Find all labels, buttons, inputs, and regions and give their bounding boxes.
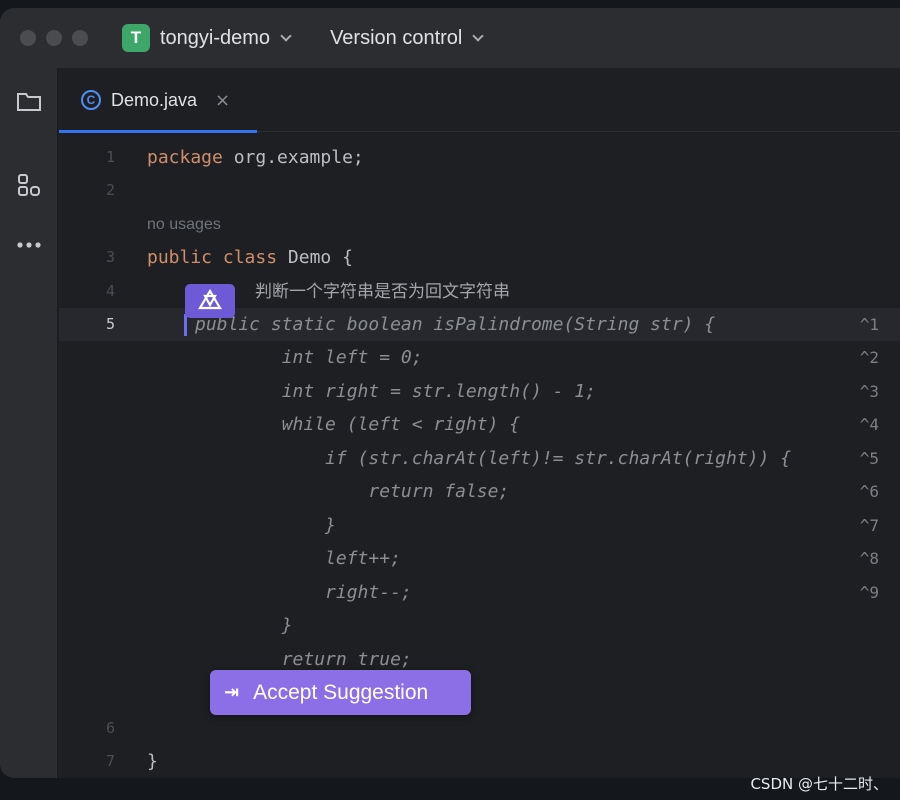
- ghost-code-line[interactable]: int left = 0;: [195, 341, 423, 374]
- window-controls: [20, 30, 88, 46]
- code-line[interactable]: public class Demo {: [147, 241, 353, 274]
- comment-text: 判断一个字符串是否为回文字符串: [255, 282, 510, 302]
- minimize-window-button[interactable]: [46, 30, 62, 46]
- ghost-code-line[interactable]: public static boolean isPalindrome(Strin…: [195, 308, 715, 341]
- code-text: org.example;: [222, 147, 364, 168]
- ghost-text: return true;: [195, 649, 412, 670]
- ghost-code-line[interactable]: }: [195, 509, 336, 542]
- line-shortcut-hint: ^5: [859, 449, 879, 468]
- tab-key-icon: ⇥: [224, 682, 240, 703]
- line-number: 1: [105, 148, 115, 166]
- keyword: class: [222, 247, 278, 268]
- line-shortcut-hint: ^4: [859, 415, 879, 434]
- ghost-text: public static boolean isPalindrome(Strin…: [195, 314, 716, 335]
- tab-demo-java[interactable]: C Demo.java ×: [59, 68, 257, 133]
- structure-tool-button[interactable]: [12, 168, 46, 202]
- ghost-code-line[interactable]: left++;: [195, 542, 401, 575]
- line-shortcut-hint: ^9: [859, 583, 879, 602]
- tab-label: Demo.java: [111, 89, 198, 110]
- line-shortcut-hint: ^7: [859, 516, 879, 535]
- more-icon: [17, 242, 41, 248]
- editor-tab-bar: C Demo.java ×: [59, 68, 900, 133]
- tool-sidebar: [0, 68, 58, 778]
- ghost-text: int right = str.length() - 1;: [195, 381, 596, 402]
- version-control-label: Version control: [330, 26, 463, 49]
- ghost-text: if (str.charAt(left)!= str.charAt(right)…: [195, 448, 792, 469]
- watermark: CSDN @七十二时、: [750, 775, 888, 793]
- version-control-menu[interactable]: Version control: [330, 26, 485, 50]
- line-number: 6: [105, 719, 115, 737]
- title-bar: T tongyi-demo Version control: [0, 8, 900, 68]
- ghost-code-line[interactable]: right--;: [195, 576, 412, 609]
- ghost-text: while (left < right) {: [195, 414, 521, 435]
- folder-icon: [17, 93, 41, 111]
- line-number: 3: [105, 248, 115, 266]
- ghost-code-line[interactable]: return false;: [195, 475, 509, 508]
- keyword: package: [147, 147, 223, 168]
- code-text: }: [147, 751, 158, 772]
- code-line[interactable]: package org.example;: [147, 141, 364, 174]
- project-badge: T: [122, 24, 150, 52]
- ghost-text: }: [195, 515, 336, 536]
- line-shortcut-hint: ^6: [859, 482, 879, 501]
- ide-window: T tongyi-demo Version control C Demo.jav…: [0, 8, 900, 778]
- ghost-code-line[interactable]: if (str.charAt(left)!= str.charAt(right)…: [195, 442, 791, 475]
- line-number: 7: [105, 752, 115, 770]
- maximize-window-button[interactable]: [72, 30, 88, 46]
- project-name: tongyi-demo: [160, 26, 271, 49]
- structure-icon: [18, 174, 40, 196]
- ghost-text: int left = 0;: [195, 347, 423, 368]
- code-editor[interactable]: 1 package org.example; 2 no usages 3 pub…: [59, 133, 900, 778]
- more-tools-button[interactable]: [12, 228, 46, 262]
- keyword: public: [147, 247, 213, 268]
- line-number: 2: [105, 181, 115, 199]
- line-number: 4: [105, 282, 115, 300]
- code-line[interactable]: 判断一个字符串是否为回文字符串: [255, 275, 510, 308]
- line-shortcut-hint: ^1: [859, 315, 879, 334]
- line-shortcut-hint: ^2: [859, 348, 879, 367]
- tongyi-logo-icon: [198, 288, 222, 310]
- line-shortcut-hint: ^8: [859, 549, 879, 568]
- chevron-down-icon: [280, 29, 292, 42]
- ghost-code-line[interactable]: }: [195, 609, 293, 642]
- accept-suggestion-label: Accept Suggestion: [253, 680, 429, 704]
- project-tool-button[interactable]: [12, 84, 46, 118]
- usages-hint[interactable]: no usages: [147, 208, 221, 241]
- accept-suggestion-button[interactable]: ⇥ Accept Suggestion: [210, 670, 471, 715]
- project-selector[interactable]: T tongyi-demo: [122, 24, 292, 52]
- ghost-text: right--;: [195, 582, 412, 603]
- ghost-code-line[interactable]: int right = str.length() - 1;: [195, 375, 596, 408]
- ghost-text: return false;: [195, 481, 510, 502]
- ghost-text: left++;: [195, 548, 401, 569]
- close-window-button[interactable]: [20, 30, 36, 46]
- line-shortcut-hint: ^3: [859, 382, 879, 401]
- line-number: 5: [105, 315, 115, 333]
- code-text: Demo {: [277, 247, 353, 268]
- java-class-icon: C: [81, 90, 101, 110]
- ai-assistant-badge[interactable]: [185, 284, 235, 318]
- close-tab-icon[interactable]: ×: [215, 90, 230, 111]
- ghost-text: }: [195, 615, 293, 636]
- code-line[interactable]: }: [147, 745, 158, 778]
- ghost-code-line[interactable]: while (left < right) {: [195, 408, 520, 441]
- chevron-down-icon: [472, 29, 485, 42]
